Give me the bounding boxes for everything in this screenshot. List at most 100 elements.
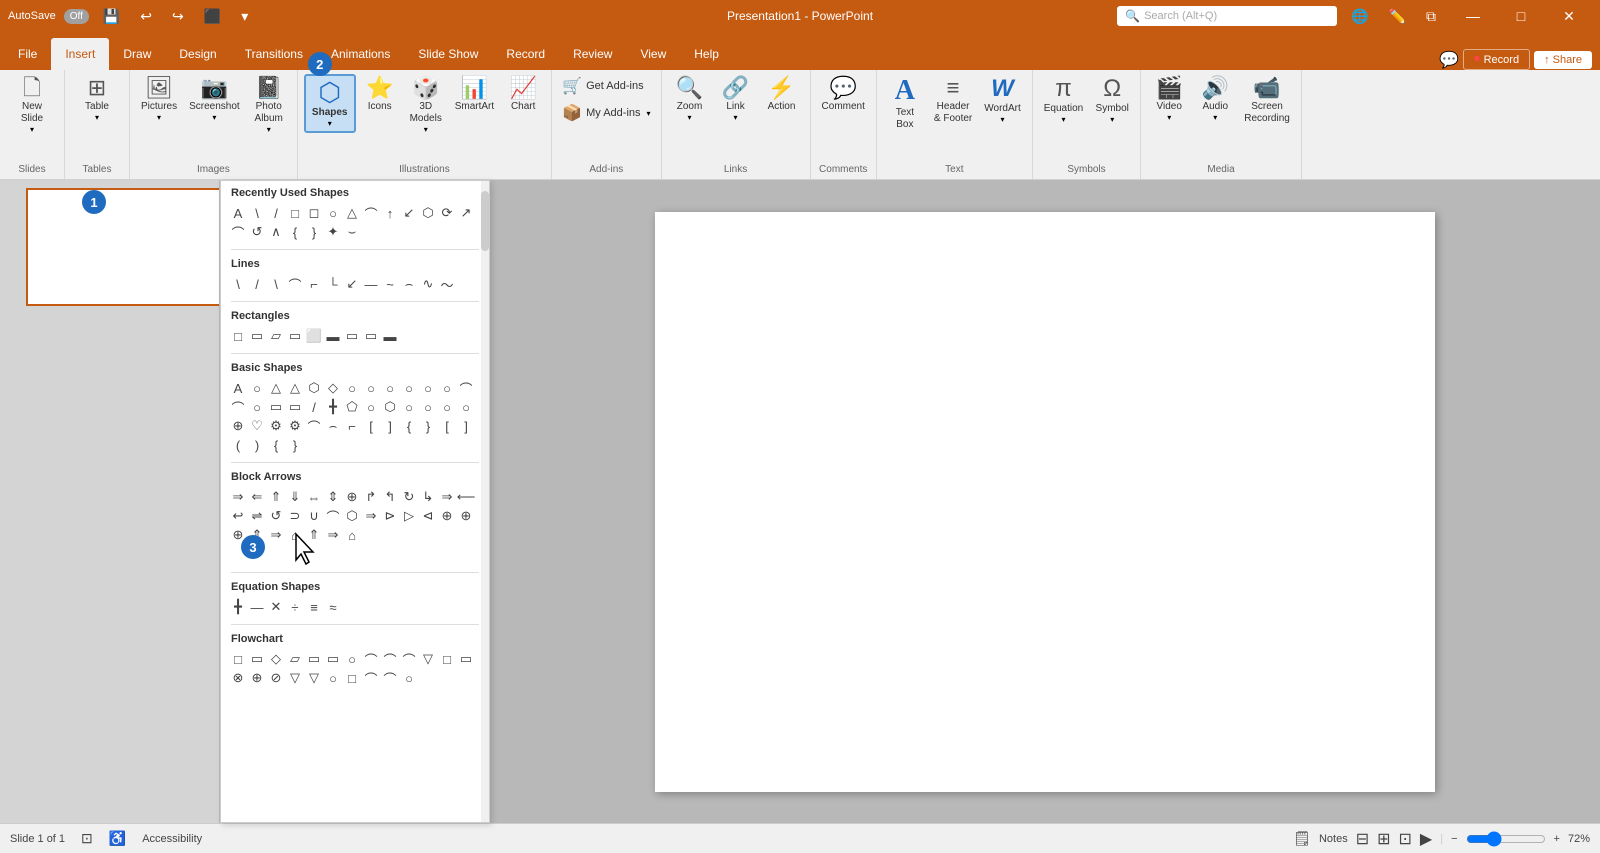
shape-item[interactable]: ⌒ [362,650,380,668]
customize-button[interactable]: ▾ [235,6,254,27]
action-button[interactable]: ⚡ Action [760,74,804,116]
shape-item[interactable]: ≈ [324,598,342,616]
shape-item[interactable]: ↩ [229,507,247,525]
shape-item[interactable]: △ [343,204,361,222]
shape-item[interactable]: ▬ [381,327,399,345]
normal-view-button[interactable]: ⊟ [1356,829,1369,849]
shape-item[interactable]: ✕ [267,598,285,616]
present-button[interactable]: ⬛ [198,6,227,27]
shape-item[interactable]: ○ [343,650,361,668]
shape-item[interactable]: ○ [248,398,266,416]
shape-item[interactable]: ↺ [267,507,285,525]
zoom-button[interactable]: 🔍 Zoom ▾ [668,74,712,125]
shape-item[interactable]: ◻ [305,204,323,222]
shape-item[interactable]: △ [286,379,304,397]
shapes-button[interactable]: ⬡ Shapes ▾ [304,74,356,133]
shape-item[interactable]: ⬜ [305,327,323,345]
new-slide-button[interactable]: 🗋 NewSlide ▾ [6,74,58,137]
tab-file[interactable]: File [4,38,51,70]
shape-item[interactable]: ⌢ [400,275,418,293]
shape-item[interactable]: ⊃ [286,507,304,525]
fit-slide-button[interactable]: ⊡ [81,830,93,847]
shape-item[interactable]: ⊕ [438,507,456,525]
shape-item[interactable]: ⟳ [438,204,456,222]
shape-item[interactable]: { [400,417,418,435]
tab-review[interactable]: Review [559,38,626,70]
notes-label[interactable]: Notes [1319,833,1348,845]
slide-sorter-button[interactable]: ⊞ [1377,829,1390,849]
shape-item[interactable]: ↺ [248,223,266,241]
shape-item[interactable]: ○ [324,204,342,222]
shape-item[interactable]: ▱ [267,327,285,345]
shape-item[interactable]: ⊗ [229,669,247,687]
shape-item[interactable]: ⌐ [305,275,323,293]
shape-item[interactable]: ▭ [286,398,304,416]
shape-item[interactable]: ▭ [324,650,342,668]
shape-item[interactable]: / [305,398,323,416]
shape-item[interactable]: ⬠ [343,398,361,416]
shape-item[interactable]: ⇒ [438,488,456,506]
shape-item[interactable]: ⇓ [286,488,304,506]
shape-item[interactable]: \ [229,275,247,293]
screen-recording-button[interactable]: 📹 ScreenRecording [1239,74,1295,128]
shape-item[interactable]: ⇒ [362,507,380,525]
shape-item[interactable]: ⚙ [267,417,285,435]
shape-item[interactable]: ⊕ [229,417,247,435]
shape-item[interactable]: — [248,598,266,616]
autosave-toggle[interactable]: Off [64,9,89,24]
shape-item[interactable]: ▽ [419,650,437,668]
shape-item[interactable]: □ [343,669,361,687]
shape-item[interactable]: ▭ [457,650,475,668]
shape-item[interactable]: ⌒ [286,275,304,293]
smartart-button[interactable]: 📊 SmartArt [450,74,499,116]
shape-item[interactable]: ∿ [419,275,437,293]
maximize-button[interactable]: □ [1498,0,1544,32]
shape-item[interactable]: { [267,436,285,454]
shape-item[interactable]: A [229,204,247,222]
tab-slideshow[interactable]: Slide Show [404,38,492,70]
shape-item[interactable]: ) [248,436,266,454]
shape-item[interactable]: ∧ [267,223,285,241]
zoom-out-button[interactable]: − [1451,833,1457,845]
shape-item[interactable]: ⌒ [381,650,399,668]
shape-item[interactable]: ⌒ [229,223,247,241]
shape-item[interactable]: ○ [419,398,437,416]
shape-item[interactable]: ⌒ [324,507,342,525]
shape-item[interactable]: ⌢ [324,417,342,435]
shape-item[interactable]: ▭ [267,398,285,416]
shape-item[interactable]: ⇌ [248,507,266,525]
shape-item[interactable]: ↰ [381,488,399,506]
redo-button[interactable]: ↪ [166,6,190,27]
shape-item[interactable]: ⬡ [305,379,323,397]
shape-item[interactable]: ◇ [267,650,285,668]
shape-item[interactable]: ↙ [400,204,418,222]
record-button[interactable]: ⏺ Record [1463,49,1530,70]
shape-item[interactable]: \ [248,204,266,222]
shape-item[interactable]: ⊕ [457,507,475,525]
shape-item[interactable]: — [362,275,380,293]
zoom-in-button[interactable]: + [1554,833,1560,845]
shape-item[interactable]: ⇑ [267,488,285,506]
undo-button[interactable]: ↩ [134,6,158,27]
shape-item[interactable]: [ [362,417,380,435]
zoom-slider[interactable] [1466,831,1546,847]
tab-draw[interactable]: Draw [109,38,165,70]
shape-item[interactable]: } [305,223,323,241]
save-button[interactable]: 💾 [97,6,126,27]
shape-item[interactable]: } [419,417,437,435]
shape-item[interactable]: ▱ [286,650,304,668]
shape-item[interactable]: ↑ [381,204,399,222]
shapes-panel-scrollbar[interactable] [481,181,489,822]
shape-item[interactable]: ▬ [324,327,342,345]
share-button[interactable]: ↑ Share [1534,51,1592,69]
pen-button[interactable]: ✏️ [1383,6,1412,27]
shape-item[interactable]: ÷ [286,598,304,616]
shape-item[interactable]: ○ [438,379,456,397]
shape-item[interactable]: □ [229,327,247,345]
shape-item[interactable]: ▭ [248,327,266,345]
shape-item[interactable]: ↱ [362,488,380,506]
shape-item[interactable]: ⊲ [419,507,437,525]
shape-item[interactable]: ▭ [248,650,266,668]
shape-item[interactable]: ○ [362,379,380,397]
shape-item[interactable]: ⌒ [229,398,247,416]
